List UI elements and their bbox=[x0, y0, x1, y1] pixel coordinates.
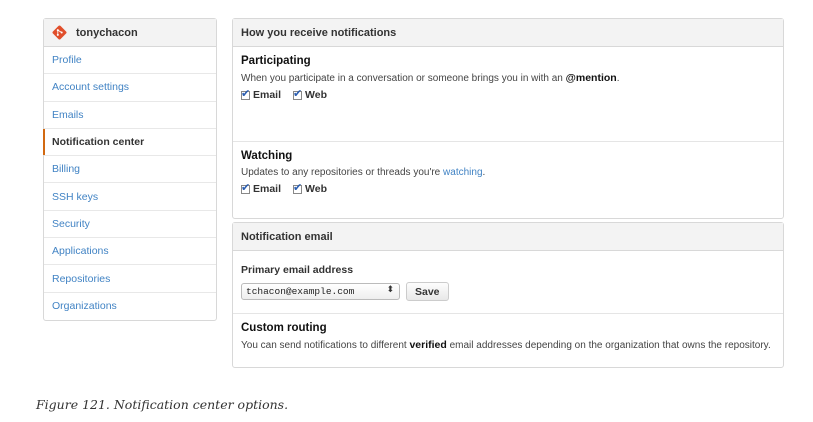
watching-title: Watching bbox=[241, 150, 293, 162]
sidebar-item-account-settings[interactable]: Account settings bbox=[44, 74, 216, 102]
mention-text: @mention bbox=[565, 72, 617, 84]
watching-web-checkbox[interactable]: Web bbox=[293, 181, 327, 195]
figure-caption: Figure 121. Notification center options. bbox=[36, 397, 289, 412]
custom-routing-description: You can send notifications to different … bbox=[241, 339, 771, 351]
watching-description: Updates to any repositories or threads y… bbox=[241, 167, 486, 178]
checkbox-checked-icon bbox=[241, 181, 250, 194]
sidebar-item-organizations[interactable]: Organizations bbox=[44, 293, 216, 320]
primary-email-label: Primary email address bbox=[241, 264, 354, 276]
checkbox-checked-icon bbox=[293, 87, 302, 100]
watching-section: Watching Updates to any repositories or … bbox=[233, 141, 783, 218]
sidebar-item-security[interactable]: Security bbox=[44, 211, 216, 239]
sidebar-item-emails[interactable]: Emails bbox=[44, 102, 216, 129]
sidebar-username: tonychacon bbox=[76, 26, 138, 39]
participating-section: Participating When you participate in a … bbox=[233, 47, 783, 141]
checkbox-checked-icon bbox=[293, 181, 302, 194]
participating-title: Participating bbox=[241, 55, 311, 67]
participating-email-checkbox[interactable]: Email bbox=[241, 87, 281, 101]
custom-routing-title: Custom routing bbox=[241, 322, 327, 334]
sidebar-item-repositories[interactable]: Repositories bbox=[44, 265, 216, 293]
settings-sidebar: tonychacon Profile Account settings Emai… bbox=[43, 18, 217, 321]
participating-description: When you participate in a conversation o… bbox=[241, 72, 620, 84]
checkbox-checked-icon bbox=[241, 87, 250, 100]
notification-email-title: Notification email bbox=[233, 223, 783, 251]
sidebar-item-ssh-keys[interactable]: SSH keys bbox=[44, 183, 216, 211]
save-button[interactable]: Save bbox=[406, 282, 449, 301]
email-select[interactable]: tchacon@example.com ⬍ bbox=[241, 283, 400, 300]
watching-link[interactable]: watching bbox=[443, 167, 482, 178]
git-logo-icon bbox=[52, 25, 67, 40]
watching-email-checkbox[interactable]: Email bbox=[241, 181, 281, 195]
sidebar-item-notification-center[interactable]: Notification center bbox=[43, 128, 216, 157]
notifications-panel-title: How you receive notifications bbox=[233, 19, 783, 47]
participating-web-checkbox[interactable]: Web bbox=[293, 87, 327, 101]
primary-email-section: Primary email address tchacon@example.co… bbox=[233, 251, 783, 313]
custom-routing-section: Custom routing You can send notification… bbox=[233, 313, 783, 367]
verified-text: verified bbox=[409, 339, 447, 351]
sidebar-item-applications[interactable]: Applications bbox=[44, 238, 216, 266]
sidebar-item-billing[interactable]: Billing bbox=[44, 156, 216, 184]
sidebar-item-profile[interactable]: Profile bbox=[44, 47, 216, 75]
notifications-panel: How you receive notifications Participat… bbox=[232, 18, 784, 219]
notification-email-panel: Notification email Primary email address… bbox=[232, 222, 784, 368]
sidebar-header[interactable]: tonychacon bbox=[44, 19, 216, 47]
select-arrows-icon: ⬍ bbox=[386, 285, 394, 295]
